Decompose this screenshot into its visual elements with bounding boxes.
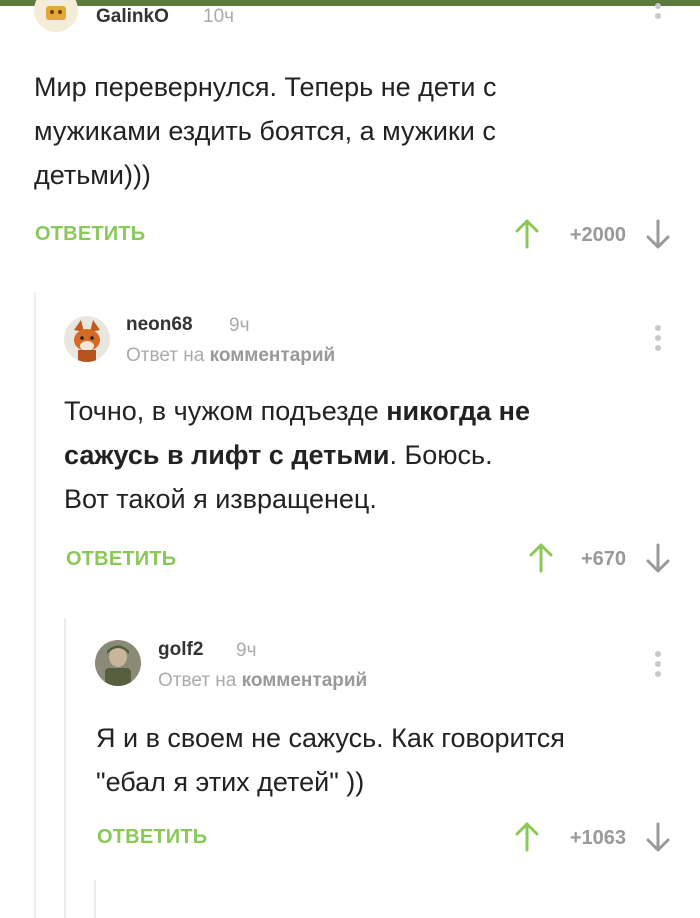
- comment-text: Я и в своем не сажусь. Как говорится "еб…: [96, 716, 686, 804]
- reply-to-link[interactable]: комментарий: [242, 670, 368, 691]
- vote-down-icon[interactable]: [645, 219, 671, 249]
- vote-up-icon[interactable]: [514, 219, 540, 249]
- fox-avatar-icon[interactable]: [64, 316, 110, 362]
- text-fragment-bold: сажусь в лифт с детьми: [64, 440, 390, 470]
- comment-time: 10ч: [203, 6, 235, 27]
- comment-time: 9ч: [229, 315, 250, 336]
- reply-to-label[interactable]: Ответ на комментарий: [158, 670, 367, 692]
- reply-button[interactable]: ОТВЕТИТЬ: [97, 826, 207, 849]
- rating: +1063: [569, 827, 626, 849]
- rating: +670: [580, 548, 626, 570]
- reply-button[interactable]: ОТВЕТИТЬ: [35, 223, 145, 246]
- comment-text-line: Мир перевернулся. Теперь не дети с: [34, 72, 497, 102]
- thread-line: [34, 292, 36, 918]
- comment-text-line: сажусь в лифт с детьми. Боюсь.: [64, 433, 684, 477]
- thread-line: [94, 880, 96, 918]
- comment-text-line: Вот такой я извращенец.: [64, 484, 377, 514]
- comment-time: 9ч: [236, 640, 257, 661]
- username[interactable]: golf2: [158, 639, 203, 661]
- vote-down-icon[interactable]: [645, 822, 671, 852]
- text-fragment: Точно, в чужом подъезде: [64, 396, 387, 426]
- username[interactable]: GalinkO: [96, 6, 169, 28]
- cartoon-avatar-icon[interactable]: [34, 0, 78, 32]
- vote-down-icon[interactable]: [645, 543, 671, 573]
- soldier-avatar-icon[interactable]: [95, 640, 141, 686]
- vote-up-icon[interactable]: [528, 543, 554, 573]
- comment-text-line: мужиками ездить боятся, а мужики с: [34, 116, 496, 146]
- reply-button[interactable]: ОТВЕТИТЬ: [66, 548, 176, 571]
- reply-to-prefix: Ответ на: [126, 345, 205, 366]
- comment-text-line: Точно, в чужом подъезде никогда не: [64, 389, 684, 433]
- comment-text-line: "ебал я этих детей" )): [96, 767, 365, 797]
- vote-up-icon[interactable]: [514, 822, 540, 852]
- text-fragment: . Боюсь.: [389, 440, 493, 470]
- thread-line: [64, 618, 66, 918]
- more-menu-icon[interactable]: [650, 648, 666, 682]
- reply-to-link[interactable]: комментарий: [210, 345, 336, 366]
- reply-to-prefix: Ответ на: [158, 670, 237, 691]
- more-menu-icon[interactable]: [650, 322, 666, 356]
- username[interactable]: neon68: [126, 314, 193, 336]
- comment-text-line: Я и в своем не сажусь. Как говорится: [96, 723, 565, 753]
- rating: +2000: [569, 224, 626, 246]
- comment-text-line: детьми))): [34, 160, 151, 190]
- text-fragment-bold: никогда не: [386, 396, 530, 426]
- reply-to-label[interactable]: Ответ на комментарий: [126, 345, 335, 367]
- comment-text: Точно, в чужом подъезде никогда не сажус…: [64, 389, 684, 521]
- comment-text: Мир перевернулся. Теперь не дети с мужик…: [34, 65, 674, 197]
- more-menu-icon[interactable]: [650, 0, 666, 34]
